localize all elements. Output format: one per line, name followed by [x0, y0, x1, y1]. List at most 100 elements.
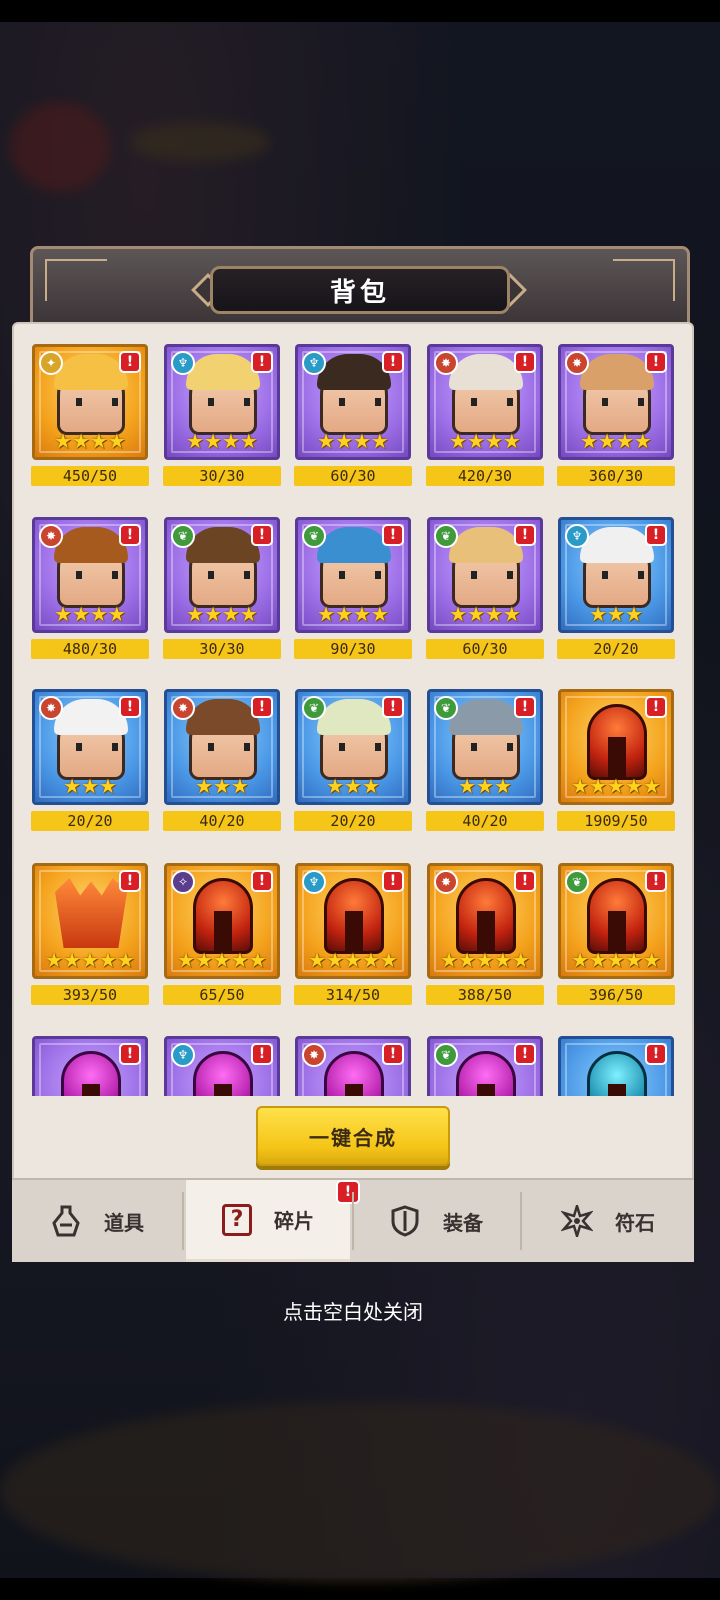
fragment-count: 480/30: [31, 639, 149, 659]
fragment-card[interactable]: ✧! ★★★★★: [164, 863, 280, 979]
page-title: 背包: [329, 277, 390, 308]
star-rating: ★★★★: [449, 429, 521, 453]
hero-portrait: [449, 527, 523, 608]
tab-runestones[interactable]: 符石: [522, 1180, 694, 1262]
potion-icon: [50, 1205, 82, 1237]
alert-badge: !: [382, 1043, 404, 1065]
fragment-card[interactable]: !: [558, 1036, 674, 1096]
nature-faction-icon: ❦: [565, 870, 589, 894]
dark-faction-icon: ✧: [171, 870, 195, 894]
star-rating: ★★★★★: [571, 948, 661, 972]
fire-faction-icon: ✸: [302, 1043, 326, 1067]
star-rating: ★★★★★: [308, 948, 398, 972]
fragment-card[interactable]: ! ★★★★★: [32, 863, 148, 979]
alert-badge: !: [645, 696, 667, 718]
fragment-card[interactable]: ✸! ★★★: [32, 689, 148, 805]
fragment-count: 30/30: [163, 639, 281, 659]
fragment-card[interactable]: ✸! ★★★: [164, 689, 280, 805]
water-faction-icon: ♆: [302, 351, 326, 375]
nature-faction-icon: ❦: [434, 524, 458, 548]
hero-portrait: [317, 354, 391, 435]
tab-fragments-label: 碎片: [274, 1209, 314, 1233]
fragment-card[interactable]: ♆! ★★★★: [295, 344, 411, 460]
fragment-card[interactable]: ♆!: [164, 1036, 280, 1096]
star-rating: ★★★: [326, 774, 380, 798]
hero-portrait: [54, 527, 128, 608]
hero-portrait: [186, 699, 260, 780]
hero-portrait: [186, 354, 260, 435]
fragment-card[interactable]: ♆! ★★★★★: [295, 863, 411, 979]
fragment-card[interactable]: ❦! ★★★★: [164, 517, 280, 633]
fragment-card[interactable]: !: [32, 1036, 148, 1096]
tab-fragments[interactable]: ? 碎片: [186, 1180, 350, 1262]
fragment-count: 90/30: [294, 639, 412, 659]
fragment-count: 60/30: [426, 639, 544, 659]
helmet-fragment-icon: [587, 878, 647, 954]
fragment-card[interactable]: ✸! ★★★★: [32, 517, 148, 633]
fragment-count: 60/30: [294, 466, 412, 486]
fragment-count: 360/30: [557, 466, 675, 486]
alert-badge: !: [382, 870, 404, 892]
fragment-card[interactable]: ❦! ★★★★★: [558, 863, 674, 979]
fragment-card[interactable]: ❦!: [427, 1036, 543, 1096]
fragment-count: 450/50: [31, 466, 149, 486]
helmet-fragment-icon: [193, 878, 253, 954]
star-rating: ★★★★: [317, 429, 389, 453]
fragment-card[interactable]: ✸! ★★★★★: [427, 863, 543, 979]
fragment-card[interactable]: ♆! ★★★: [558, 517, 674, 633]
star-rating: ★★★: [63, 774, 117, 798]
title-plate: 背包: [210, 266, 510, 314]
bag-tab-bar: 道具 ? 碎片 ! 装备 符石: [12, 1178, 694, 1262]
fragment-card[interactable]: ✸!: [295, 1036, 411, 1096]
fragment-card[interactable]: ! ★★★★★: [558, 689, 674, 805]
water-faction-icon: ♆: [302, 870, 326, 894]
fire-faction-icon: ✸: [565, 351, 589, 375]
merge-all-button[interactable]: 一键合成: [256, 1106, 450, 1166]
fragment-card[interactable]: ✸! ★★★★: [427, 344, 543, 460]
fragment-card[interactable]: ✸! ★★★★: [558, 344, 674, 460]
hero-portrait: [54, 354, 128, 435]
nature-faction-icon: ❦: [302, 696, 326, 720]
hero-portrait: [449, 699, 523, 780]
alert-badge: !: [251, 1043, 273, 1065]
fragment-card[interactable]: ✦! ★★★★: [32, 344, 148, 460]
alert-badge: !: [514, 524, 536, 546]
alert-badge: !: [251, 524, 273, 546]
shield-icon: [389, 1205, 421, 1237]
alert-badge: !: [119, 351, 141, 373]
fragment-card[interactable]: ❦! ★★★★: [427, 517, 543, 633]
alert-badge: !: [382, 696, 404, 718]
fragment-card[interactable]: ♆! ★★★★: [164, 344, 280, 460]
tab-items[interactable]: 道具: [12, 1180, 182, 1262]
tab-runestones-label: 符石: [615, 1210, 655, 1235]
crown-fragment-icon: [55, 878, 127, 948]
star-rating: ★★★★: [186, 602, 258, 626]
star-rating: ★★★★★: [440, 948, 530, 972]
alert-badge: !: [382, 351, 404, 373]
star-rating: ★★★★★: [45, 948, 135, 972]
star-rating: ★★★: [458, 774, 512, 798]
hero-portrait: [317, 699, 391, 780]
fragment-card[interactable]: ❦! ★★★: [427, 689, 543, 805]
light-faction-icon: ✦: [39, 351, 63, 375]
alert-badge: !: [645, 1043, 667, 1065]
fragment-count: 40/20: [163, 811, 281, 831]
alert-badge: !: [514, 870, 536, 892]
nature-faction-icon: ❦: [434, 696, 458, 720]
fragment-count: 396/50: [557, 985, 675, 1005]
fragment-card[interactable]: ❦! ★★★: [295, 689, 411, 805]
alert-badge: !: [119, 524, 141, 546]
tab-equipment[interactable]: 装备: [354, 1180, 518, 1262]
fragment-count: 314/50: [294, 985, 412, 1005]
alert-badge: !: [119, 870, 141, 892]
fragment-count: 20/20: [294, 811, 412, 831]
hero-portrait: [317, 527, 391, 608]
hero-portrait: [186, 527, 260, 608]
star-rating: ★★★: [589, 602, 643, 626]
alert-badge: !: [119, 696, 141, 718]
close-hint[interactable]: 点击空白处关闭: [0, 1296, 706, 1325]
alert-badge: !: [514, 351, 536, 373]
fragment-card[interactable]: ❦! ★★★★: [295, 517, 411, 633]
fragment-grid[interactable]: ✦! ★★★★ 450/50 ♆! ★★★★ 30/30 ♆! ★★★★ 60/30 ✸! ★★★★…: [28, 340, 680, 1096]
nature-faction-icon: ❦: [434, 1043, 458, 1067]
